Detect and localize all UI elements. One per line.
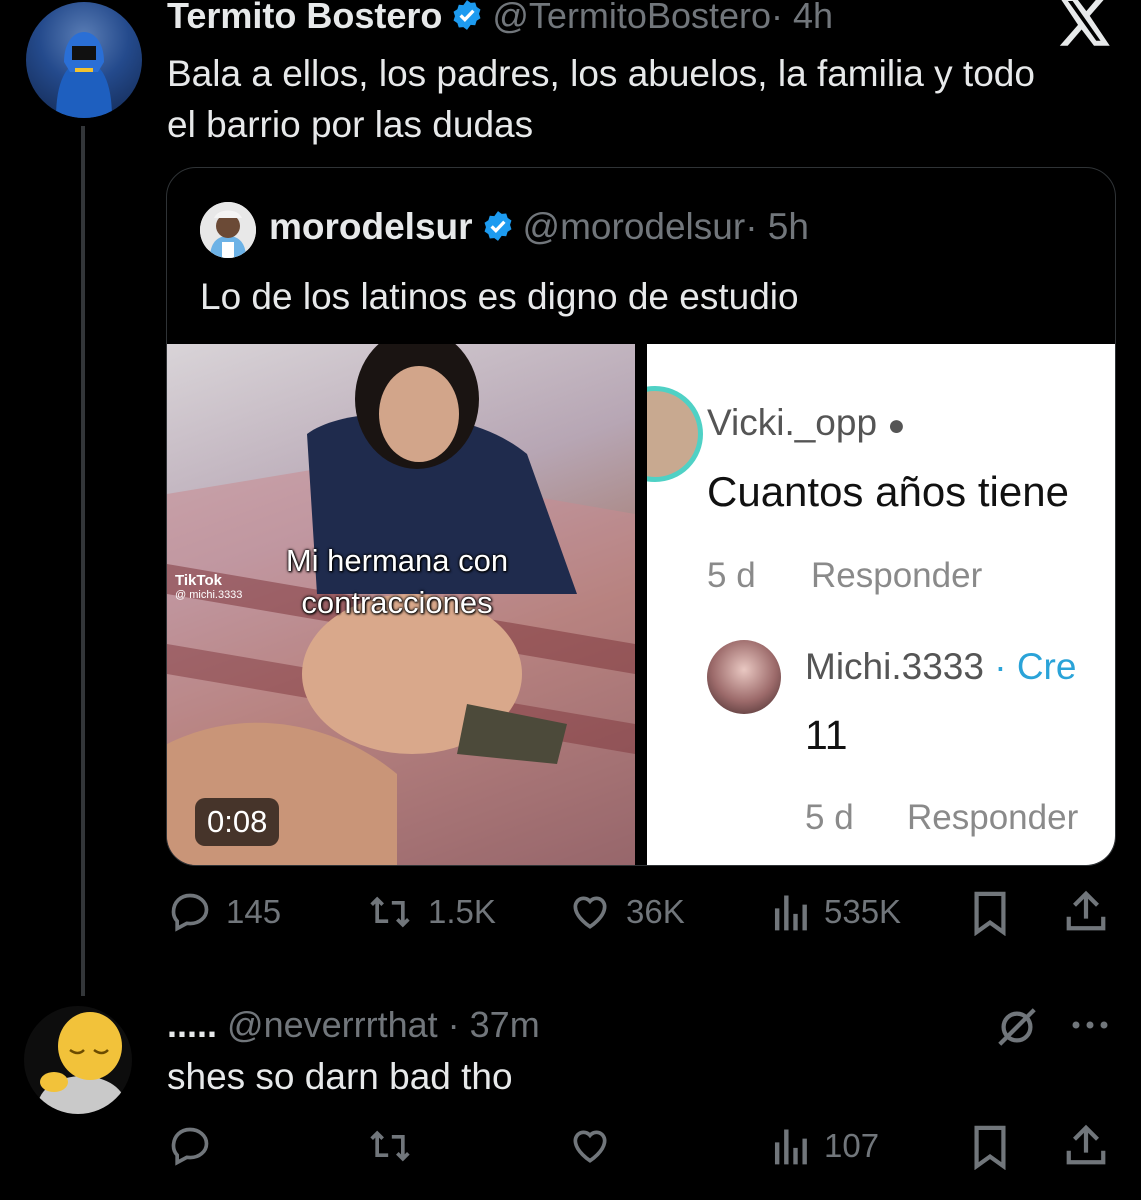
apple-icon: ● bbox=[887, 409, 906, 442]
repost-button[interactable]: 1.5K bbox=[366, 890, 496, 934]
views-button[interactable]: 535K bbox=[770, 890, 901, 934]
bookmark-icon[interactable] bbox=[970, 1124, 1010, 1170]
video-thumbnail[interactable]: TikTok @ michi.3333 Mi hermana con contra… bbox=[167, 344, 635, 865]
views-button[interactable]: 107 bbox=[770, 1124, 879, 1168]
repost-icon bbox=[366, 890, 414, 934]
quoted-timestamp: · 5h bbox=[745, 206, 809, 247]
quoted-avatar bbox=[200, 202, 256, 258]
watermark-text: TikTok bbox=[175, 572, 222, 589]
reply-age: 5 d bbox=[805, 798, 854, 837]
reply-header: ..... @neverrrthat · 37m bbox=[167, 1004, 540, 1046]
like-button[interactable]: 36K bbox=[568, 890, 685, 934]
like-button[interactable] bbox=[568, 1124, 612, 1168]
like-icon bbox=[568, 1124, 612, 1168]
comment-text: Cuantos años tiene bbox=[707, 468, 1069, 515]
replier-name: Michi.3333 · Cre bbox=[805, 646, 1077, 687]
share-icon[interactable] bbox=[1064, 888, 1108, 934]
repost-icon bbox=[366, 1124, 414, 1168]
views-icon bbox=[770, 890, 810, 934]
tiktok-watermark: TikTok @ michi.3333 bbox=[175, 572, 243, 602]
handle[interactable]: @TermitoBostero bbox=[492, 0, 771, 36]
reply-link: Responder bbox=[907, 798, 1079, 837]
reply-link: Responder bbox=[811, 556, 983, 595]
comment-screenshot[interactable]: Vicki._opp ● Cuantos años tiene 5 d Resp… bbox=[647, 344, 1115, 865]
quoted-header: morodelsur @morodelsur· 5h bbox=[269, 206, 809, 252]
quoted-handle: @morodelsur bbox=[522, 206, 746, 247]
reply-timestamp[interactable]: · 37m bbox=[448, 1004, 540, 1045]
like-icon bbox=[568, 890, 612, 934]
post-header: Termito Bostero @TermitoBostero· 4h bbox=[167, 0, 833, 42]
reply-handle[interactable]: @neverrrthat bbox=[227, 1004, 438, 1045]
views-count: 535K bbox=[824, 893, 902, 930]
more-icon[interactable] bbox=[1070, 1018, 1110, 1032]
timestamp[interactable]: · 4h bbox=[771, 0, 833, 36]
quoted-display-name[interactable]: morodelsur bbox=[269, 206, 473, 247]
reply-text: 11 bbox=[805, 712, 848, 758]
post-text: Bala a ellos, los padres, los abuelos, l… bbox=[167, 53, 1035, 145]
reply-avatar[interactable] bbox=[24, 1006, 132, 1114]
replier-avatar bbox=[707, 640, 781, 714]
repost-count: 1.5K bbox=[428, 893, 496, 930]
share-icon[interactable] bbox=[1064, 1122, 1108, 1168]
display-name[interactable]: Termito Bostero bbox=[167, 0, 442, 36]
reply-display-name[interactable]: ..... bbox=[167, 1004, 217, 1045]
quoted-text: Lo de los latinos es digno de estudio bbox=[200, 276, 799, 317]
video-caption: Mi hermana con contracciones bbox=[285, 543, 509, 620]
repost-button[interactable] bbox=[366, 1124, 414, 1168]
comment-age: 5 d bbox=[707, 556, 756, 595]
commenter-name: Vicki._opp ● bbox=[707, 402, 906, 443]
reply-icon bbox=[168, 1124, 212, 1168]
bookmark-icon[interactable] bbox=[970, 890, 1010, 936]
reply-button[interactable]: 145 bbox=[168, 890, 281, 934]
like-count: 36K bbox=[626, 893, 685, 930]
reply-button[interactable] bbox=[168, 1124, 212, 1168]
watermark-user: @ michi.3333 bbox=[175, 589, 243, 601]
reply-count: 145 bbox=[226, 893, 282, 930]
views-count: 107 bbox=[824, 1127, 880, 1164]
thread-line bbox=[81, 126, 85, 996]
avatar[interactable] bbox=[26, 2, 142, 118]
reply-icon bbox=[168, 890, 212, 934]
quoted-post[interactable]: morodelsur @morodelsur· 5h Lo de los lati… bbox=[166, 167, 1116, 866]
grok-icon[interactable] bbox=[994, 1004, 1040, 1050]
video-duration: 0:08 bbox=[195, 798, 280, 846]
verified-badge-icon bbox=[481, 209, 515, 252]
x-logo-icon bbox=[1058, 0, 1112, 46]
commenter-avatar bbox=[647, 386, 703, 482]
reply-text: shes so darn bad tho bbox=[167, 1056, 513, 1097]
verified-badge-icon bbox=[450, 0, 484, 42]
views-icon bbox=[770, 1124, 810, 1168]
